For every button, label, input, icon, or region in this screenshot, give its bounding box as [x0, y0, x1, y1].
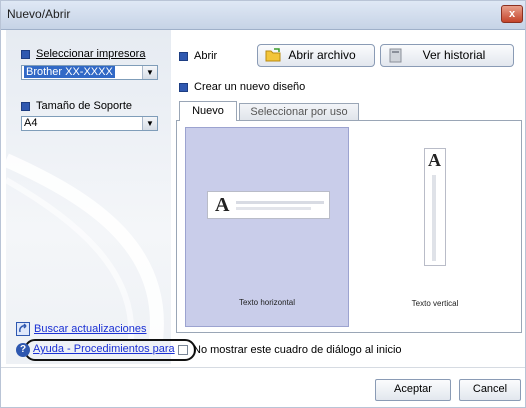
create-label: Crear un nuevo diseño [179, 81, 305, 93]
decorative-swoosh [6, 153, 164, 340]
close-button[interactable]: x [501, 5, 523, 23]
accept-button[interactable]: Aceptar [375, 379, 451, 401]
printer-label: Seleccionar impresora [21, 48, 145, 60]
open-label: Abrir [179, 50, 217, 62]
tab-nuevo-label: Nuevo [192, 105, 224, 117]
create-label-text: Crear un nuevo diseño [194, 81, 306, 93]
horizontal-glyph: A [215, 194, 230, 216]
bullet-square-icon [21, 101, 30, 111]
history-button[interactable]: Ver historial [380, 44, 514, 67]
horizontal-caption: Texto horizontal [238, 298, 296, 307]
open-label-text: Abrir [194, 50, 218, 62]
bullet-square-icon [179, 51, 188, 61]
preview-line [432, 175, 436, 261]
chevron-down-icon[interactable]: ▼ [142, 117, 157, 130]
left-pane: Seleccionar impresora Brother XX-XXXX ▼ … [6, 30, 196, 364]
tab-nuevo[interactable]: Nuevo [179, 101, 237, 121]
no-show-checkbox[interactable] [178, 345, 188, 355]
horizontal-text-card[interactable]: A Texto horizontal [185, 127, 349, 327]
update-link[interactable]: Buscar actualizaciones [34, 323, 147, 335]
window-title: Nuevo/Abrir [7, 7, 71, 21]
cancel-button[interactable]: Cancel [459, 379, 521, 401]
vertical-caption: Texto vertical [411, 299, 459, 308]
chevron-down-icon[interactable]: ▼ [142, 66, 157, 79]
cancel-label: Cancel [472, 383, 508, 395]
media-label-text: Tamaño de Soporte [36, 100, 133, 112]
media-select[interactable]: A4 ▼ [21, 116, 158, 131]
vertical-glyph: A [428, 150, 441, 170]
media-value: A4 [24, 117, 38, 129]
bullet-square-icon [21, 49, 30, 59]
history-label: Ver historial [422, 48, 486, 62]
horizontal-preview: A [207, 191, 330, 219]
update-icon [16, 322, 30, 336]
media-label: Tamaño de Soporte [21, 100, 132, 112]
help-link[interactable]: Ayuda - Procedimientos para [33, 343, 175, 355]
footer-divider [1, 367, 525, 368]
title-bar[interactable]: Nuevo/Abrir x [1, 1, 525, 30]
open-file-label: Abrir archivo [288, 48, 356, 62]
printer-select[interactable]: Brother XX-XXXX ▼ [21, 65, 158, 80]
close-icon: x [508, 8, 516, 20]
preview-line [236, 201, 324, 204]
dialog-window: Nuevo/Abrir x Seleccionar impresora Brot… [0, 0, 526, 408]
accept-label: Aceptar [394, 383, 432, 395]
vertical-text-card[interactable]: A Texto vertical [353, 127, 517, 327]
layout-panel: A Texto horizontal A Texto vertical [176, 120, 522, 333]
bullet-square-icon [179, 82, 188, 92]
tab-seleccionar-por-uso[interactable]: Seleccionar por uso [239, 103, 359, 121]
help-icon: ? [16, 343, 30, 357]
printer-value: Brother XX-XXXX [24, 66, 115, 78]
preview-line [236, 207, 311, 210]
open-file-button[interactable]: Abrir archivo [257, 44, 375, 67]
dialog-body: Seleccionar impresora Brother XX-XXXX ▼ … [1, 30, 525, 407]
tab-seleccionar-label: Seleccionar por uso [250, 106, 348, 118]
no-show-label: No mostrar este cuadro de diálogo al ini… [193, 344, 402, 356]
vertical-preview: A [424, 148, 446, 266]
printer-label-text: Seleccionar impresora [36, 48, 146, 60]
